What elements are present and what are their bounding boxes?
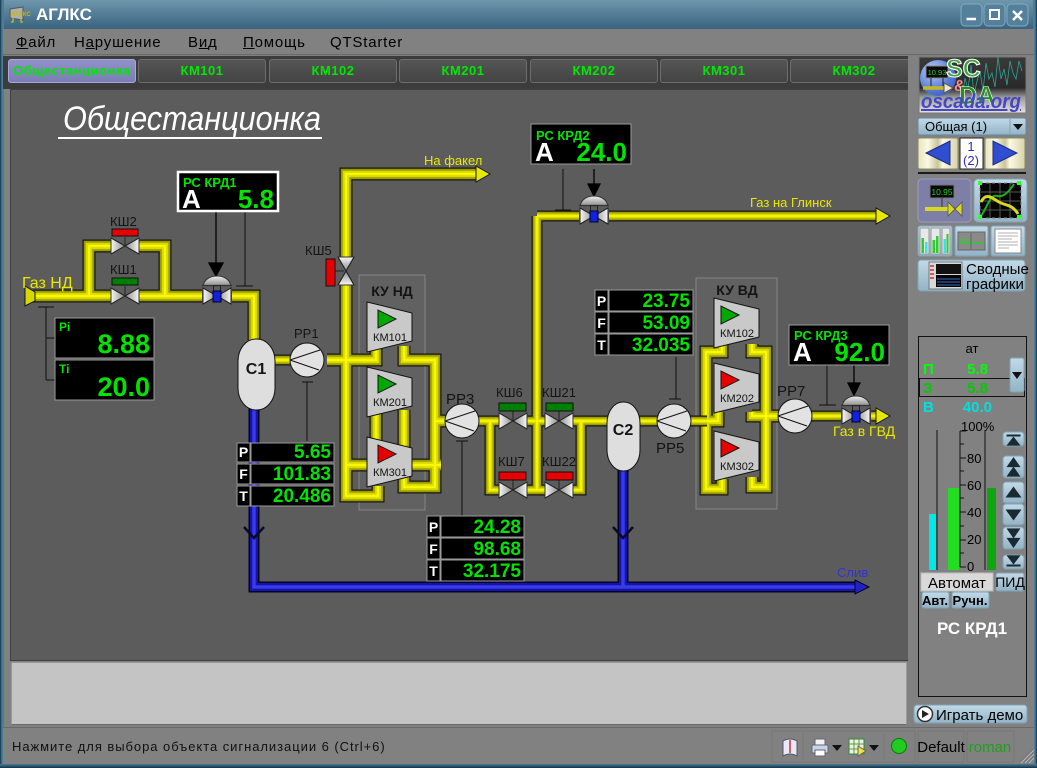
svg-text:0: 0 bbox=[967, 559, 974, 574]
svg-text:F: F bbox=[597, 315, 606, 331]
svg-text:32.035: 32.035 bbox=[632, 335, 691, 356]
svg-text:Газ на Глинск: Газ на Глинск bbox=[750, 195, 832, 210]
svg-text:Слив: Слив bbox=[837, 565, 868, 580]
svg-text:F: F bbox=[239, 466, 248, 482]
svg-text:КШ6: КШ6 bbox=[496, 385, 523, 400]
svg-text:T: T bbox=[429, 563, 438, 579]
svg-text:КМ101: КМ101 bbox=[373, 332, 407, 344]
svg-text:А: А bbox=[535, 137, 554, 167]
svg-text:ПИД: ПИД bbox=[995, 574, 1025, 590]
svg-text:КШ22: КШ22 bbox=[542, 454, 576, 469]
svg-text:40.0: 40.0 bbox=[963, 399, 992, 416]
svg-text:РР7: РР7 bbox=[777, 383, 805, 400]
svg-text:F: F bbox=[429, 541, 438, 557]
svg-text:ат: ат bbox=[966, 341, 979, 356]
svg-text:C1: C1 bbox=[246, 361, 267, 378]
svg-text:КУ НД: КУ НД bbox=[371, 283, 413, 299]
svg-text:C2: C2 bbox=[613, 422, 634, 439]
svg-text:80: 80 bbox=[967, 451, 981, 466]
svg-text:20.486: 20.486 bbox=[273, 486, 331, 507]
svg-text:20: 20 bbox=[967, 532, 981, 547]
svg-text:98.68: 98.68 bbox=[473, 539, 521, 560]
svg-text:20.0: 20.0 bbox=[97, 372, 150, 402]
svg-text:КМ202: КМ202 bbox=[720, 393, 754, 405]
svg-text:А: А bbox=[793, 337, 812, 367]
svg-text:КШ1: КШ1 bbox=[110, 262, 137, 277]
svg-text:1: 1 bbox=[967, 139, 974, 154]
svg-text:З: З bbox=[923, 380, 932, 397]
svg-text:КШ7: КШ7 bbox=[498, 454, 525, 469]
svg-text:РС КРД1: РС КРД1 bbox=[937, 619, 1007, 638]
svg-text:P: P bbox=[597, 293, 606, 309]
svg-text:КШ5: КШ5 bbox=[305, 243, 332, 258]
svg-text:P: P bbox=[239, 444, 248, 460]
svg-text:Pi: Pi bbox=[59, 320, 70, 334]
svg-text:Default: Default bbox=[917, 739, 965, 756]
svg-text:10.95: 10.95 bbox=[931, 187, 953, 197]
svg-text:24.28: 24.28 bbox=[473, 517, 521, 538]
svg-text:23.75: 23.75 bbox=[642, 291, 690, 312]
svg-text:Ti: Ti bbox=[59, 362, 69, 376]
svg-text:КМ102: КМ102 bbox=[720, 328, 754, 340]
svg-text:92.0: 92.0 bbox=[834, 337, 885, 367]
svg-text:T: T bbox=[597, 337, 606, 353]
svg-text:8.88: 8.88 bbox=[97, 329, 150, 359]
svg-text:(2): (2) bbox=[963, 153, 979, 168]
svg-text:П: П bbox=[923, 361, 934, 378]
svg-text:P: P bbox=[429, 519, 438, 535]
svg-text:5.8: 5.8 bbox=[967, 361, 988, 378]
svg-text:РР1: РР1 bbox=[294, 326, 319, 341]
svg-text:53.09: 53.09 bbox=[642, 313, 690, 334]
svg-text:roman: roman bbox=[969, 739, 1012, 756]
svg-text:10.93: 10.93 bbox=[928, 68, 947, 77]
svg-text:Авт.: Авт. bbox=[922, 593, 948, 608]
svg-text:графики: графики bbox=[966, 276, 1024, 293]
svg-text:В: В bbox=[923, 399, 934, 416]
svg-text:Автомат: Автомат bbox=[928, 575, 986, 592]
svg-text:КМ302: КМ302 bbox=[720, 461, 754, 473]
svg-text:КУ ВД: КУ ВД bbox=[716, 282, 757, 298]
svg-text:АГЛКС: АГЛКС bbox=[11, 12, 31, 18]
svg-text:КШ21: КШ21 bbox=[542, 385, 576, 400]
svg-text:Общестанционка: Общестанционка bbox=[63, 100, 321, 138]
svg-text:РР5: РР5 bbox=[656, 440, 684, 457]
svg-text:КМ301: КМ301 bbox=[373, 467, 407, 479]
svg-text:5.65: 5.65 bbox=[294, 442, 331, 463]
svg-text:КШ2: КШ2 bbox=[110, 214, 137, 229]
svg-text:Общая (1): Общая (1) bbox=[925, 119, 987, 134]
svg-text:40: 40 bbox=[967, 505, 981, 520]
svg-text:А: А bbox=[182, 184, 201, 214]
svg-text:Ручн.: Ручн. bbox=[953, 593, 988, 608]
svg-text:oscada.org: oscada.org bbox=[921, 91, 1021, 113]
svg-text:100%: 100% bbox=[961, 419, 995, 434]
svg-text:На факел: На факел bbox=[424, 153, 482, 168]
svg-text:24.0: 24.0 bbox=[576, 137, 627, 167]
svg-text:Газ в ГВД: Газ в ГВД bbox=[833, 423, 896, 439]
svg-text:Играть демо: Играть демо bbox=[936, 707, 1023, 724]
svg-text:5.8: 5.8 bbox=[967, 380, 988, 397]
svg-text:60: 60 bbox=[967, 478, 981, 493]
svg-text:32.175: 32.175 bbox=[463, 561, 522, 582]
svg-text:Газ НД: Газ НД bbox=[22, 275, 73, 292]
svg-text:РР3: РР3 bbox=[446, 391, 474, 408]
svg-text:5.8: 5.8 bbox=[238, 184, 274, 214]
svg-text:КМ201: КМ201 bbox=[373, 397, 407, 409]
svg-text:T: T bbox=[239, 488, 248, 504]
svg-text:101.83: 101.83 bbox=[273, 464, 331, 485]
